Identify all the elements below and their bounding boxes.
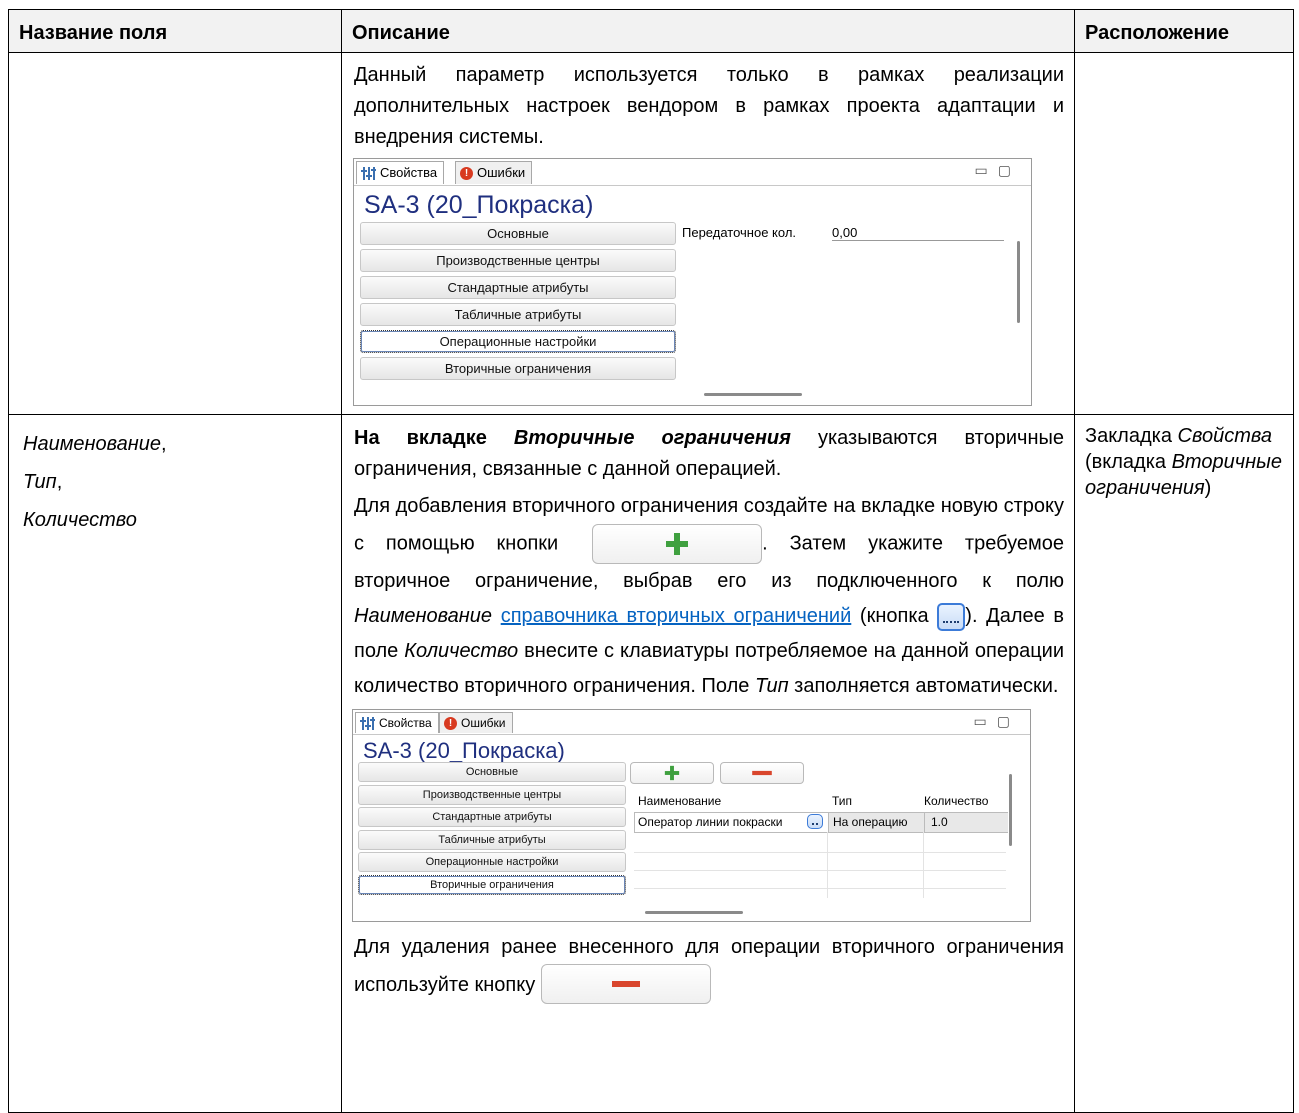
ellipsis-button-icon[interactable] (807, 814, 823, 829)
row2-field-cell: Наименование, Тип, Количество (8, 414, 342, 1113)
header-row: Название поля Описание Расположение (8, 9, 1294, 53)
maximize-icon[interactable]: ▢ (997, 713, 1020, 729)
header-description: Описание (341, 9, 1075, 53)
fields-table: Название поля Описание Расположение Данн… (8, 9, 1294, 1113)
window-title: SA-3 (20_Покраска) (364, 191, 594, 219)
vertical-scrollbar[interactable] (1017, 241, 1020, 323)
constraints-panel: Наименование Тип Количество Оператор лин… (630, 762, 1015, 902)
minimize-icon[interactable]: ▭ (974, 713, 997, 729)
section-button-2[interactable]: Стандартные атрибуты (358, 807, 626, 828)
section-button-1[interactable]: Производственные центры (358, 784, 626, 805)
remove-row-button[interactable] (720, 762, 804, 784)
plus-icon (664, 765, 680, 781)
grid-cell-quantity[interactable]: 1.0 (931, 815, 948, 829)
row1-location-cell (1074, 52, 1294, 415)
section-button-4[interactable]: Операционные настройки (358, 852, 626, 873)
tab-properties[interactable]: Свойства (356, 161, 445, 184)
window-controls: ▭▢ (975, 162, 1021, 179)
section-button-2[interactable]: Стандартные атрибуты (360, 276, 676, 299)
section-button-5[interactable]: Вторичные ограничения (358, 875, 626, 895)
row2-paragraph-1: На вкладке Вторичные ограничения указыва… (354, 427, 1064, 480)
error-icon: ! (444, 716, 457, 730)
tab-errors-label: Ошибки (477, 165, 526, 180)
minus-icon (612, 980, 641, 987)
grid-header-quantity: Количество (924, 794, 989, 808)
row2-location-cell: Закладка Свойства (вкладка Вторичные огр… (1074, 414, 1294, 1113)
error-icon: ! (460, 166, 473, 180)
field-label: Передаточное кол. (682, 225, 797, 240)
grid-cell-type[interactable]: На операцию (833, 815, 907, 829)
window-controls: ▭▢ (974, 713, 1020, 730)
tab-properties-label: Свойства (379, 716, 432, 730)
window-tabs: Свойства ! Ошибки ▭▢ (354, 159, 1031, 186)
add-button[interactable] (592, 524, 763, 564)
ellipsis-button-icon[interactable] (937, 602, 966, 631)
properties-window: Свойства ! Ошибки ▭▢ SA-3 (20_Покраска) … (353, 158, 1032, 406)
horizontal-scrollbar[interactable] (704, 393, 802, 396)
tab-errors[interactable]: ! Ошибки (455, 161, 533, 184)
constraints-grid: Наименование Тип Количество Оператор лин… (630, 788, 1008, 898)
location-text: Закладка Свойства (вкладка Вторичные огр… (1085, 425, 1282, 499)
vertical-scrollbar[interactable] (1009, 774, 1012, 846)
field-value[interactable]: 0,00 (832, 225, 1004, 241)
row2-paragraph-3: Для удаления ранее внесенного для операц… (342, 922, 1074, 1004)
horizontal-scrollbar[interactable] (645, 911, 743, 914)
properties-icon (361, 166, 376, 181)
section-button-1[interactable]: Производственные центры (360, 249, 676, 272)
row1-description: Данный параметр используется только в ра… (354, 64, 1064, 148)
secondary-constraints-link[interactable]: справочника вторичных ограничений (501, 605, 852, 627)
tab-errors[interactable]: ! Ошибки (439, 712, 513, 733)
section-button-0[interactable]: Основные (360, 222, 676, 245)
table-row: Наименование, Тип, Количество На вкладке… (8, 414, 1294, 1113)
tab-properties[interactable]: Свойства (355, 712, 439, 733)
field-type: Тип (23, 471, 57, 493)
header-field-name: Название поля (8, 9, 342, 53)
row2-description-cell: На вкладке Вторичные ограничения указыва… (341, 414, 1075, 1113)
header-location: Расположение (1074, 9, 1294, 53)
remove-button[interactable] (541, 963, 712, 1004)
properties-window-2: Свойства ! Ошибки ▭▢ SA-3 (20_Покраска) … (352, 709, 1031, 922)
grid-cell-name[interactable]: Оператор линии покраски (638, 815, 782, 829)
section-button-0[interactable]: Основные (358, 762, 626, 782)
properties-panel: Передаточное кол. 0,00 (678, 221, 1020, 381)
field-quantity: Количество (23, 509, 137, 531)
section-button-4[interactable]: Операционные настройки (360, 330, 676, 353)
row1-description-cell: Данный параметр используется только в ра… (341, 52, 1075, 415)
tab-properties-label: Свойства (380, 165, 438, 180)
document: Название поля Описание Расположение Данн… (8, 9, 1295, 1113)
table-row[interactable]: Оператор линии покраски На операцию 1.0 (634, 812, 1008, 833)
grid-header-type: Тип (832, 794, 853, 808)
section-button-3[interactable]: Табличные атрибуты (360, 303, 676, 326)
section-button-5[interactable]: Вторичные ограничения (360, 357, 676, 380)
row1-field-cell (8, 52, 342, 415)
minus-icon (752, 770, 772, 776)
plus-icon (666, 533, 689, 555)
window-title: SA-3 (20_Покраска) (363, 738, 565, 763)
table-row: Данный параметр используется только в ра… (8, 52, 1294, 415)
add-row-button[interactable] (630, 762, 714, 784)
field-name: Наименование (23, 433, 162, 455)
grid-header-name: Наименование (638, 794, 722, 808)
maximize-icon[interactable]: ▢ (998, 162, 1021, 178)
row2-paragraph-2: Для добавления вторичного ограничения со… (354, 495, 1065, 697)
section-button-3[interactable]: Табличные атрибуты (358, 829, 626, 850)
tab-errors-label: Ошибки (461, 716, 506, 730)
minimize-icon[interactable]: ▭ (975, 162, 998, 178)
window-tabs: Свойства ! Ошибки ▭▢ (353, 710, 1030, 735)
properties-icon (360, 716, 375, 731)
